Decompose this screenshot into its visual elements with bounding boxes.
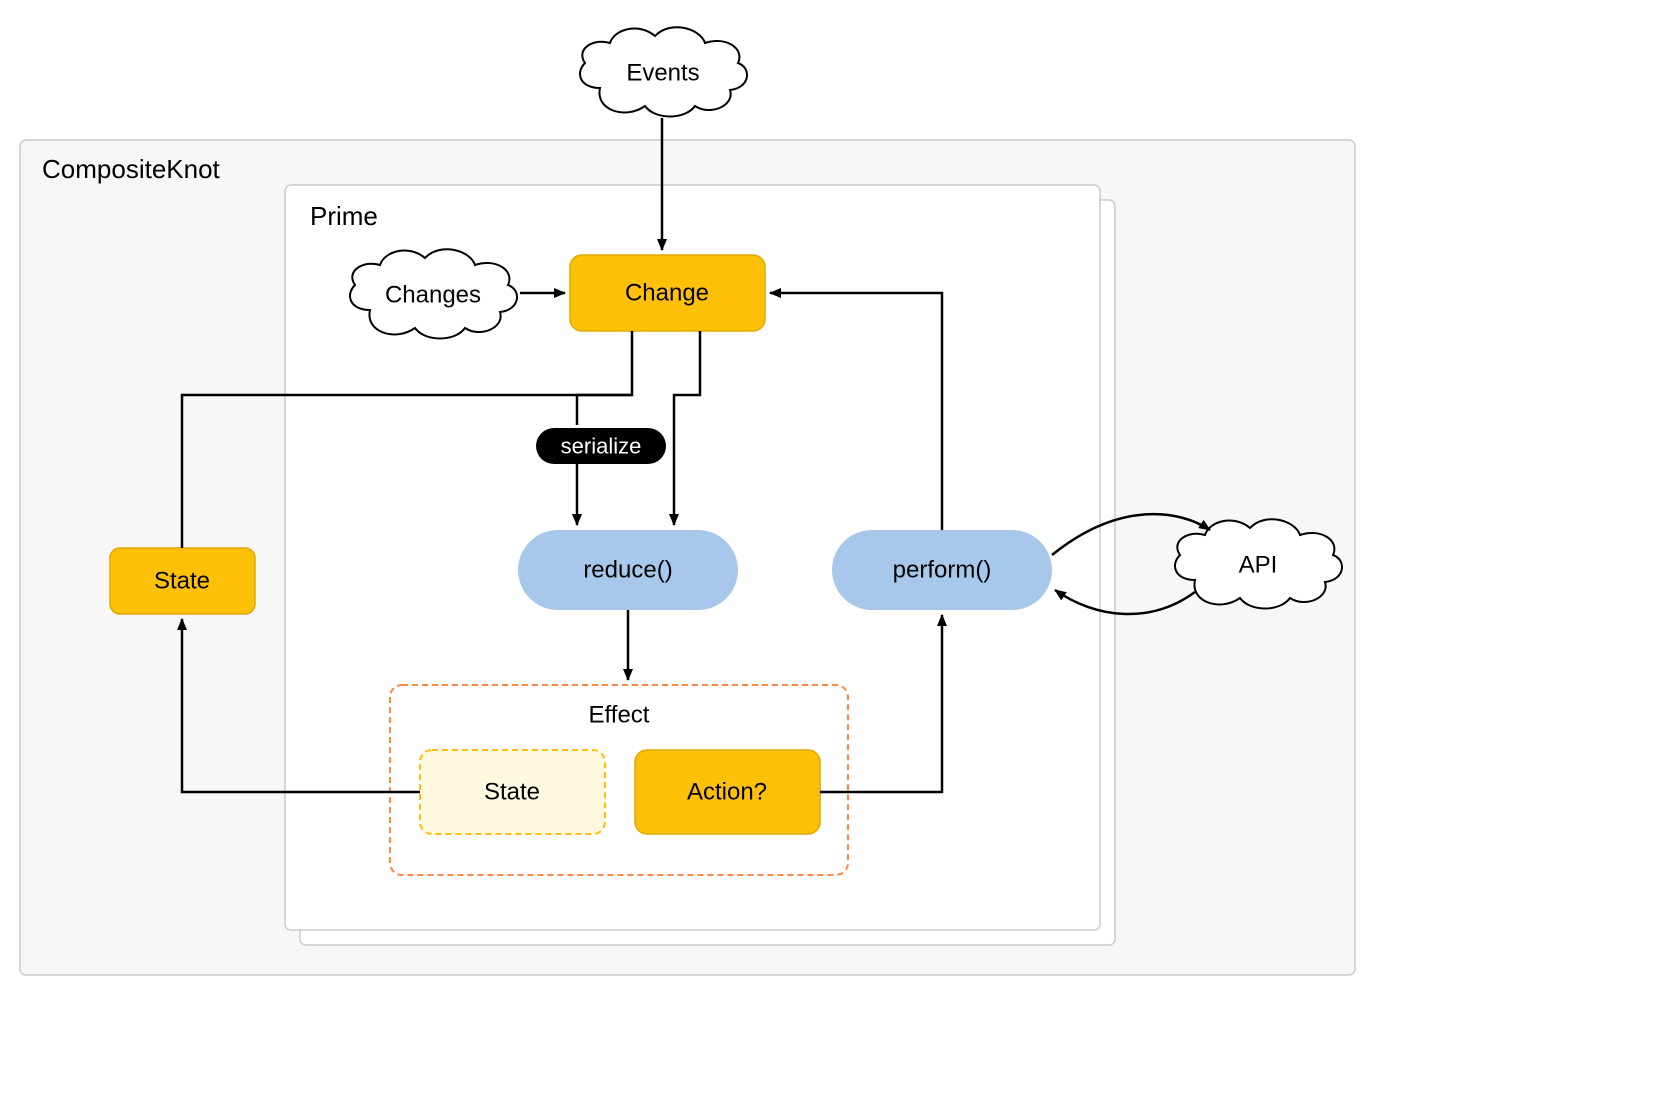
serialize-label: serialize	[561, 434, 642, 459]
effect-state-label: State	[484, 779, 540, 806]
diagram-canvas: CompositeKnot Prime Events Changes API S…	[0, 0, 1666, 1116]
compositeknot-label: CompositeKnot	[42, 154, 221, 184]
svg-text:Events: Events	[626, 60, 699, 87]
change-node-label: Change	[625, 280, 709, 307]
effect-action-label: Action?	[687, 779, 767, 806]
effect-frame-label: Effect	[589, 702, 650, 729]
state-node-label: State	[154, 568, 210, 595]
svg-text:Changes: Changes	[385, 282, 481, 309]
events-cloud: Events	[580, 27, 747, 116]
prime-label: Prime	[310, 201, 378, 231]
reduce-node-label: reduce()	[583, 557, 672, 584]
perform-node-label: perform()	[893, 557, 992, 584]
svg-text:API: API	[1239, 552, 1278, 579]
